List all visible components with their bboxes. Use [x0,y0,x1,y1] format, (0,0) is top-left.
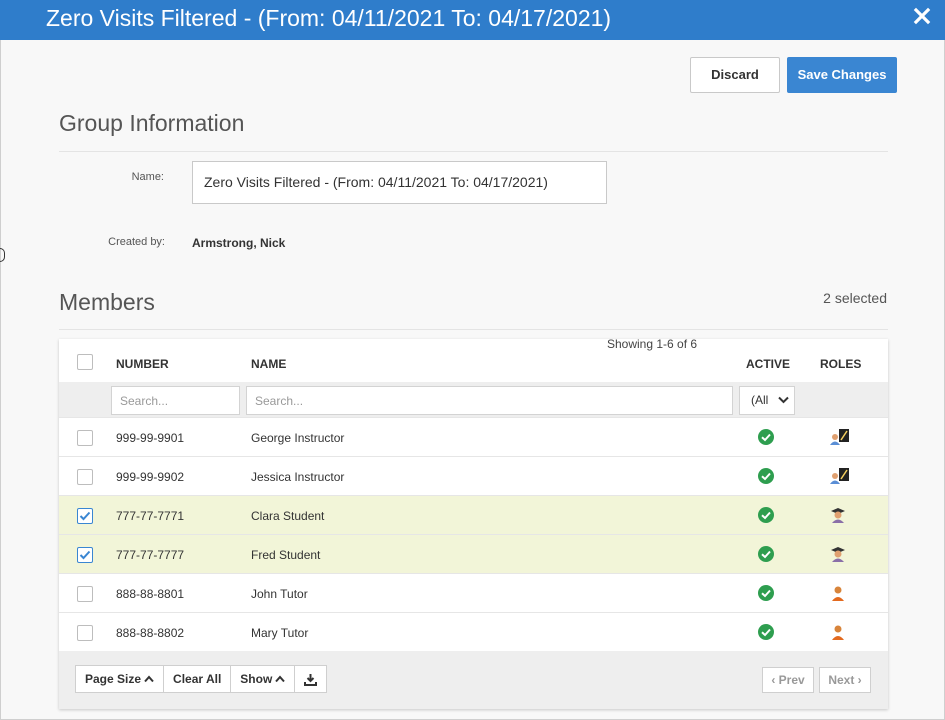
active-check-icon [758,585,774,606]
download-button[interactable] [295,666,326,692]
column-header-active[interactable]: ACTIVE [746,357,790,371]
member-number: 999-99-9902 [116,470,185,484]
row-checkbox[interactable] [77,430,93,446]
members-heading: Members [59,289,155,315]
row-checkbox[interactable] [77,469,93,485]
table-row[interactable]: 777-77-7771 Clara Student [59,495,888,534]
created-by-value: Armstrong, Nick [192,236,286,250]
member-number: 777-77-7771 [116,509,185,523]
active-check-icon [758,507,774,528]
member-number: 888-88-8802 [116,626,185,640]
tutor-role-icon [829,623,847,646]
window-titlebar: Zero Visits Filtered - (From: 04/11/2021… [0,0,945,40]
tutor-role-icon [829,584,847,607]
row-checkbox[interactable] [77,625,93,641]
prev-label: Prev [778,673,805,687]
row-checkbox[interactable] [77,508,93,524]
close-icon[interactable] [911,5,933,27]
group-name-field[interactable]: Zero Visits Filtered - (From: 04/11/2021… [192,161,607,204]
chevron-left-icon: ‹ [771,673,779,687]
resize-handle [0,248,5,262]
next-label: Next [828,673,855,687]
table-row[interactable]: 999-99-9902 Jessica Instructor [59,456,888,495]
filter-row: (All [59,382,888,418]
grid-header: NUMBER NAME ACTIVE ROLES [59,339,888,382]
save-changes-button[interactable]: Save Changes [787,57,897,93]
active-check-icon [758,624,774,645]
table-row[interactable]: 777-77-7777 Fred Student [59,534,888,573]
row-checkbox[interactable] [77,547,93,563]
member-name: Mary Tutor [251,626,309,640]
discard-button[interactable]: Discard [690,57,780,93]
table-row[interactable]: 888-88-8802 Mary Tutor [59,612,888,651]
show-label: Show [240,672,273,686]
active-check-icon [758,546,774,567]
chevron-up-icon [144,675,154,683]
group-information-heading: Group Information [59,110,245,136]
member-number: 888-88-8801 [116,587,185,601]
active-check-icon [758,429,774,450]
window-title: Zero Visits Filtered - (From: 04/11/2021… [46,5,612,31]
table-row[interactable]: 999-99-9901 George Instructor [59,417,888,456]
divider [59,329,888,330]
member-name: John Tutor [251,587,308,601]
chevron-right-icon: › [854,673,862,687]
name-label: Name: [131,171,164,183]
showing-count: Showing 1-6 of 6 [607,337,698,351]
member-name: Jessica Instructor [251,470,345,484]
column-header-name[interactable]: NAME [251,357,286,371]
student-role-icon [829,506,847,529]
row-checkbox[interactable] [77,586,93,602]
instructor-role-icon [829,467,851,490]
members-grid: NUMBER NAME ACTIVE ROLES (All 999-99-990… [59,339,888,709]
created-by-label: Created by: [108,236,165,248]
member-name: Fred Student [251,548,321,562]
table-row[interactable]: 888-88-8801 John Tutor [59,573,888,612]
student-role-icon [829,545,847,568]
number-search-input[interactable] [111,386,240,415]
prev-page-button[interactable]: ‹ Prev [762,667,814,693]
select-all-checkbox[interactable] [77,354,93,370]
member-number: 777-77-7777 [116,548,185,562]
instructor-role-icon [829,428,851,451]
member-number: 999-99-9901 [116,431,185,445]
grid-toolbar: Page Size Clear All Show [75,665,328,693]
name-search-input[interactable] [246,386,733,415]
member-name: Clara Student [251,509,325,523]
clear-all-button[interactable]: Clear All [164,666,232,692]
divider [59,151,888,152]
page-size-label: Page Size [85,672,142,686]
download-icon [304,673,318,686]
next-page-button[interactable]: Next › [819,667,871,693]
active-filter-value: (All [751,393,769,407]
active-check-icon [758,468,774,489]
member-name: George Instructor [251,431,345,445]
chevron-down-icon [778,396,789,404]
column-header-number[interactable]: NUMBER [116,357,169,371]
active-filter-select[interactable]: (All [739,386,795,415]
page-size-button[interactable]: Page Size [76,666,165,692]
grid-footer: Page Size Clear All Show ‹ Prev Next › [59,651,888,709]
show-button[interactable]: Show [231,666,296,692]
selected-count: 2 selected [823,290,887,306]
chevron-up-icon [275,675,286,683]
column-header-roles[interactable]: ROLES [820,357,861,371]
